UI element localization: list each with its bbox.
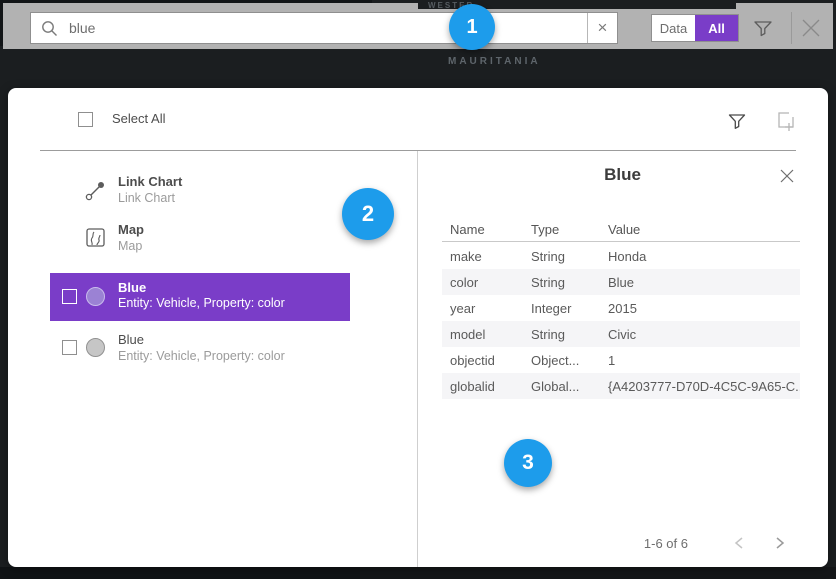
cell-type: Global... bbox=[531, 379, 608, 394]
detail-title: Blue bbox=[417, 165, 828, 185]
search-icon bbox=[41, 20, 58, 37]
map-country-label: MAURITANIA bbox=[448, 56, 541, 67]
result-checkbox[interactable] bbox=[62, 289, 77, 304]
cell-value: 1 bbox=[608, 353, 800, 368]
select-all-checkbox[interactable] bbox=[78, 112, 93, 127]
annotation-badge-3: 3 bbox=[504, 439, 552, 487]
result-title-blue: Blue bbox=[118, 280, 146, 295]
search-input[interactable] bbox=[58, 20, 587, 36]
column-type: Type bbox=[531, 222, 608, 237]
toolbar-divider bbox=[791, 12, 792, 44]
cell-type: String bbox=[531, 327, 608, 342]
table-row: year Integer 2015 bbox=[442, 295, 800, 321]
cell-type: String bbox=[531, 249, 608, 264]
header-divider bbox=[40, 150, 796, 151]
table-row: color String Blue bbox=[442, 269, 800, 295]
result-subtitle-blue: Entity: Vehicle, Property: color bbox=[118, 296, 285, 310]
toolbar-filter-icon[interactable] bbox=[752, 17, 774, 39]
cell-value: {A4203777-D70D-4C5C-9A65-C... bbox=[608, 379, 800, 394]
toolbar-close-icon[interactable] bbox=[799, 16, 823, 40]
cell-value: Civic bbox=[608, 327, 800, 342]
cell-type: String bbox=[531, 275, 608, 290]
column-name: Name bbox=[450, 222, 531, 237]
map-icon bbox=[85, 227, 106, 253]
cell-name: year bbox=[450, 301, 531, 316]
scope-option-data[interactable]: Data bbox=[652, 15, 695, 41]
table-row: make String Honda bbox=[442, 243, 800, 269]
result-title-blue-2[interactable]: Blue bbox=[118, 332, 144, 347]
scope-option-all[interactable]: All bbox=[695, 15, 738, 41]
property-table-header: Name Type Value bbox=[442, 218, 800, 242]
entity-circle-icon bbox=[86, 287, 105, 306]
pagination-range-label: 1-6 of 6 bbox=[568, 536, 688, 551]
cell-type: Object... bbox=[531, 353, 608, 368]
result-title-link-chart[interactable]: Link Chart bbox=[118, 174, 182, 189]
table-row: objectid Object... 1 bbox=[442, 347, 800, 373]
cell-value: Honda bbox=[608, 249, 800, 264]
result-subtitle-blue-2: Entity: Vehicle, Property: color bbox=[118, 349, 285, 363]
cell-name: make bbox=[450, 249, 531, 264]
cell-name: globalid bbox=[450, 379, 531, 394]
search-box: × bbox=[30, 12, 618, 44]
column-value: Value bbox=[608, 222, 800, 237]
detail-close-icon[interactable] bbox=[777, 166, 797, 186]
select-all-label: Select All bbox=[112, 111, 165, 126]
app-window: MAURITANIA WESTER × Data All Select All bbox=[0, 0, 836, 579]
entity-circle-icon bbox=[86, 338, 105, 357]
pagination-prev-icon[interactable] bbox=[731, 535, 747, 551]
cell-value: Blue bbox=[608, 275, 800, 290]
result-row-blue-selected[interactable]: Blue Entity: Vehicle, Property: color bbox=[50, 273, 350, 321]
table-row: model String Civic bbox=[442, 321, 800, 347]
property-table: Name Type Value make String Honda color … bbox=[442, 218, 800, 399]
annotation-badge-2: 2 bbox=[342, 188, 394, 240]
annotation-badge-1: 1 bbox=[449, 4, 495, 50]
results-filter-icon[interactable] bbox=[726, 110, 748, 132]
result-checkbox[interactable] bbox=[62, 340, 77, 355]
cell-name: color bbox=[450, 275, 531, 290]
cell-name: objectid bbox=[450, 353, 531, 368]
pagination-next-icon[interactable] bbox=[772, 535, 788, 551]
result-subtitle-map: Map bbox=[118, 239, 142, 253]
result-title-map[interactable]: Map bbox=[118, 222, 144, 237]
cell-value: 2015 bbox=[608, 301, 800, 316]
cell-name: model bbox=[450, 327, 531, 342]
search-results-panel: Select All Link Chart Link Chart Map Map… bbox=[8, 88, 828, 567]
link-chart-icon bbox=[84, 180, 106, 207]
search-scope-toggle: Data All bbox=[651, 14, 739, 42]
result-subtitle-link-chart: Link Chart bbox=[118, 191, 175, 205]
map-bottom-ocean bbox=[0, 567, 360, 579]
panel-divider bbox=[417, 151, 418, 567]
add-to-selection-icon[interactable] bbox=[774, 109, 798, 133]
clear-search-button[interactable]: × bbox=[587, 13, 617, 43]
table-row: globalid Global... {A4203777-D70D-4C5C-9… bbox=[442, 373, 800, 399]
cell-type: Integer bbox=[531, 301, 608, 316]
